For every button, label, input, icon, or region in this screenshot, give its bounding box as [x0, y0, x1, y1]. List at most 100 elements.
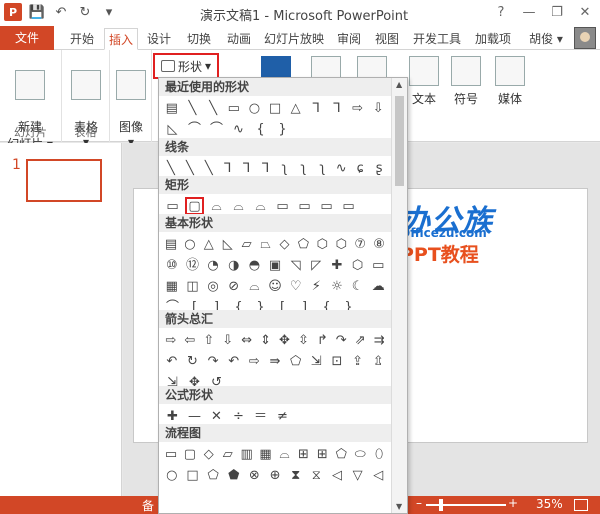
shape-icon[interactable]: ⇕ — [258, 331, 274, 349]
shape-icon[interactable]: ▭ — [317, 197, 336, 215]
shape-icon[interactable]: ◫ — [184, 277, 202, 295]
shape-icon[interactable]: ↷ — [333, 331, 349, 349]
shape-icon[interactable]: ⊡ — [328, 352, 346, 370]
shape-icon[interactable]: ⇪ — [349, 352, 367, 370]
shape-icon[interactable]: ⚡ — [307, 277, 325, 295]
shape-icon[interactable]: ⊗ — [246, 466, 264, 484]
powerpoint-app-icon[interactable]: P — [4, 3, 22, 21]
shape-icon[interactable]: ⇧ — [201, 331, 217, 349]
shape-icon[interactable]: ▭ — [225, 99, 243, 117]
shape-icon[interactable]: ╲ — [201, 159, 217, 177]
shape-icon[interactable]: ○ — [246, 99, 264, 117]
shape-icon[interactable]: ↻ — [184, 352, 202, 370]
shape-icon[interactable]: ⌒ — [207, 120, 226, 138]
shape-icon[interactable]: ⌓ — [277, 445, 293, 463]
shape-icon[interactable]: ▭ — [295, 197, 314, 215]
shape-icon[interactable]: ⬠ — [333, 445, 349, 463]
shape-icon[interactable]: ⬡ — [314, 235, 330, 253]
shape-icon[interactable]: ◺ — [163, 120, 182, 138]
shape-icon[interactable]: ↷ — [204, 352, 222, 370]
shape-icon[interactable]: ◓ — [246, 256, 264, 274]
shape-icon[interactable]: ╲ — [184, 99, 202, 117]
shape-icon[interactable]: ◎ — [204, 277, 222, 295]
symbol-button[interactable]: 符号 — [442, 56, 490, 107]
zoom-slider[interactable] — [426, 504, 506, 506]
slide-thumbnail[interactable] — [26, 159, 102, 202]
shape-icon[interactable]: ɕ — [352, 159, 368, 177]
undo-icon[interactable]: ↶ — [52, 3, 70, 21]
shape-icon[interactable]: ⇩ — [220, 331, 236, 349]
shape-icon[interactable]: ⇲ — [307, 352, 325, 370]
shape-icon[interactable]: ▭ — [369, 256, 387, 274]
shape-icon[interactable]: ▭ — [273, 197, 292, 215]
shape-icon[interactable]: ⬠ — [287, 352, 305, 370]
shape-icon[interactable]: □ — [184, 466, 202, 484]
shape-icon[interactable]: ⬯ — [371, 445, 387, 463]
shape-icon[interactable]: ⇨ — [246, 352, 264, 370]
shape-icon[interactable]: ▤ — [163, 235, 179, 253]
shape-icon[interactable]: ⇗ — [352, 331, 368, 349]
tab-insert[interactable]: 插入 — [104, 28, 138, 50]
shape-icon[interactable]: ◇ — [277, 235, 293, 253]
shape-icon[interactable]: ʅ — [295, 159, 311, 177]
shape-icon[interactable]: ↶ — [163, 352, 181, 370]
shape-icon[interactable]: } — [273, 120, 292, 138]
close-button[interactable]: ✕ — [574, 2, 596, 22]
shape-icon[interactable]: ⅂ — [258, 159, 274, 177]
shape-icon[interactable]: ◇ — [201, 445, 217, 463]
shape-icon[interactable]: ⊕ — [266, 466, 284, 484]
shape-icon[interactable]: ▦ — [258, 445, 274, 463]
shape-icon[interactable]: ⏢ — [258, 235, 274, 253]
shape-icon[interactable]: ✕ — [207, 407, 226, 425]
shape-icon[interactable]: ▭ — [339, 197, 358, 215]
shape-icon[interactable]: ↶ — [225, 352, 243, 370]
shape-icon[interactable]: ↱ — [314, 331, 330, 349]
tab-addins[interactable]: 加载项 — [470, 28, 516, 50]
shape-icon[interactable]: ⊞ — [295, 445, 311, 463]
redo-icon[interactable]: ↻ — [76, 3, 94, 21]
avatar[interactable] — [574, 27, 596, 49]
tab-home[interactable]: 开始 — [62, 28, 102, 50]
shape-icon[interactable]: ⅂ — [307, 99, 325, 117]
shape-icon[interactable]: ✚ — [163, 407, 182, 425]
shape-icon[interactable]: ⑦ — [352, 235, 368, 253]
shape-icon[interactable]: ☁ — [369, 277, 387, 295]
shape-icon[interactable]: ▱ — [220, 445, 236, 463]
shape-icon[interactable]: ✚ — [328, 256, 346, 274]
shape-icon[interactable]: ⅂ — [220, 159, 236, 177]
shape-icon[interactable]: ⇨ — [349, 99, 367, 117]
shape-icon[interactable]: ▢ — [185, 197, 204, 215]
shape-icon[interactable]: ╲ — [204, 99, 222, 117]
tab-file[interactable]: 文件 — [0, 26, 54, 50]
zoom-out-button[interactable]: – — [416, 496, 422, 510]
shape-icon[interactable]: ʅ — [314, 159, 330, 177]
shape-icon[interactable]: ＝ — [251, 407, 270, 425]
shape-icon[interactable]: ⇔ — [239, 331, 255, 349]
shape-icon[interactable]: ◔ — [204, 256, 222, 274]
customize-qat-icon[interactable]: ▾ — [100, 3, 118, 21]
shape-icon[interactable]: ⌒ — [185, 120, 204, 138]
shape-icon[interactable]: ◺ — [220, 235, 236, 253]
shape-icon[interactable]: ◁ — [328, 466, 346, 484]
shape-icon[interactable]: △ — [287, 99, 305, 117]
shape-icon[interactable]: ☾ — [349, 277, 367, 295]
shape-icon[interactable]: ʅ — [277, 159, 293, 177]
shape-icon[interactable]: ▭ — [163, 445, 179, 463]
shape-icon[interactable]: ⧗ — [287, 466, 305, 484]
shape-icon[interactable]: ⌓ — [251, 197, 270, 215]
shape-icon[interactable]: ⇫ — [369, 352, 387, 370]
shape-icon[interactable]: ▣ — [266, 256, 284, 274]
shape-icon[interactable]: ✥ — [277, 331, 293, 349]
shape-icon[interactable]: ◹ — [287, 256, 305, 274]
zoom-slider-thumb[interactable] — [439, 499, 443, 511]
shape-icon[interactable]: ◸ — [307, 256, 325, 274]
shape-icon[interactable]: ⅂ — [328, 99, 346, 117]
shape-icon[interactable]: ▽ — [349, 466, 367, 484]
media-button[interactable]: 媒体 — [486, 56, 534, 107]
shape-icon[interactable]: ○ — [182, 235, 198, 253]
minimize-button[interactable]: — — [518, 2, 540, 22]
gallery-scrollbar[interactable]: ▲ ▼ — [391, 78, 407, 513]
scroll-down-icon[interactable]: ▼ — [396, 502, 402, 511]
shape-icon[interactable]: ▱ — [239, 235, 255, 253]
shape-icon[interactable]: ⊞ — [314, 445, 330, 463]
